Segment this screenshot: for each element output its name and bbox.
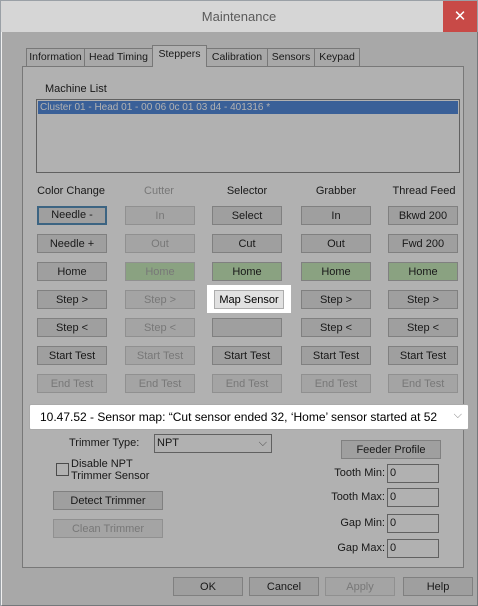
apply-button[interactable]: Apply xyxy=(325,577,395,596)
tab-sensors[interactable]: Sensors xyxy=(267,48,315,66)
color-change-step-back-button[interactable]: Step < xyxy=(37,318,107,337)
cutter-home-button[interactable]: Home xyxy=(125,262,195,281)
color-change-start-test-button[interactable]: Start Test xyxy=(37,346,107,365)
machine-list-item[interactable]: Cluster 01 - Head 01 - 00 06 0c 01 03 d4… xyxy=(38,101,458,114)
cutter-step-back-button[interactable]: Step < xyxy=(125,318,195,337)
thread-feed-step-back-button[interactable]: Step < xyxy=(388,318,458,337)
machine-list[interactable]: Cluster 01 - Head 01 - 00 06 0c 01 03 d4… xyxy=(36,99,460,173)
needle-minus-button[interactable]: Needle - xyxy=(37,206,107,225)
tab-calibration[interactable]: Calibration xyxy=(206,48,268,66)
thread-feed-backward-button[interactable]: Bkwd 200 xyxy=(388,206,458,225)
grabber-home-button[interactable]: Home xyxy=(301,262,371,281)
disable-npt-label-line-2: Trimmer Sensor xyxy=(71,470,150,482)
clean-trimmer-button[interactable]: Clean Trimmer xyxy=(53,519,163,538)
selector-header: Selector xyxy=(226,185,268,197)
map-sensor-highlight: Map Sensor xyxy=(207,285,291,313)
gap-max-field[interactable]: 0 xyxy=(387,539,439,558)
selector-blank-button[interactable] xyxy=(212,318,282,337)
help-button[interactable]: Help xyxy=(403,577,473,596)
chevron-down-icon: ⌵ xyxy=(258,437,267,449)
color-change-header: Color Change xyxy=(37,185,105,197)
status-log-dropdown[interactable]: 10.47.52 - Sensor map: “Cut sensor ended… xyxy=(29,404,469,430)
thread-feed-home-button[interactable]: Home xyxy=(388,262,458,281)
disable-npt-label-line-1: Disable NPT xyxy=(71,458,133,470)
cancel-button[interactable]: Cancel xyxy=(249,577,319,596)
tooth-max-label: Tooth Max: xyxy=(331,491,385,503)
map-sensor-button[interactable]: Map Sensor xyxy=(214,290,284,309)
cutter-step-forward-button[interactable]: Step > xyxy=(125,290,195,309)
thread-feed-header: Thread Feed xyxy=(392,185,456,197)
cutter-header: Cutter xyxy=(144,185,174,197)
status-log-text: 10.47.52 - Sensor map: “Cut sensor ended… xyxy=(40,410,438,424)
tab-information[interactable]: Information xyxy=(26,48,85,66)
tab-keypad[interactable]: Keypad xyxy=(314,48,360,66)
thread-feed-start-test-button[interactable]: Start Test xyxy=(388,346,458,365)
cutter-out-button[interactable]: Out xyxy=(125,234,195,253)
machine-list-label: Machine List xyxy=(45,83,107,95)
gap-max-label: Gap Max: xyxy=(337,542,385,554)
grabber-start-test-button[interactable]: Start Test xyxy=(301,346,371,365)
needle-plus-button[interactable]: Needle + xyxy=(37,234,107,253)
selector-start-test-button[interactable]: Start Test xyxy=(212,346,282,365)
selector-select-button[interactable]: Select xyxy=(212,206,282,225)
color-change-step-forward-button[interactable]: Step > xyxy=(37,290,107,309)
grabber-out-button[interactable]: Out xyxy=(301,234,371,253)
gap-min-label: Gap Min: xyxy=(340,517,385,529)
cutter-in-button[interactable]: In xyxy=(125,206,195,225)
feeder-profile-button[interactable]: Feeder Profile xyxy=(341,440,441,459)
thread-feed-step-forward-button[interactable]: Step > xyxy=(388,290,458,309)
title-bar: Maintenance ✕ xyxy=(1,1,477,32)
tooth-min-field[interactable]: 0 xyxy=(387,464,439,483)
trimmer-type-value: NPT xyxy=(157,437,179,449)
cutter-start-test-button[interactable]: Start Test xyxy=(125,346,195,365)
thread-feed-forward-button[interactable]: Fwd 200 xyxy=(388,234,458,253)
tab-steppers[interactable]: Steppers xyxy=(152,45,207,67)
grabber-end-test-button[interactable]: End Test xyxy=(301,374,371,393)
grabber-header: Grabber xyxy=(315,185,357,197)
trimmer-type-select[interactable]: NPT ⌵ xyxy=(154,434,272,453)
color-change-home-button[interactable]: Home xyxy=(37,262,107,281)
disable-npt-checkbox[interactable] xyxy=(56,463,69,476)
thread-feed-end-test-button[interactable]: End Test xyxy=(388,374,458,393)
ok-button[interactable]: OK xyxy=(173,577,243,596)
grabber-step-forward-button[interactable]: Step > xyxy=(301,290,371,309)
trimmer-type-label: Trimmer Type: xyxy=(69,437,140,449)
color-change-end-test-button[interactable]: End Test xyxy=(37,374,107,393)
selector-cut-button[interactable]: Cut xyxy=(212,234,282,253)
tab-head-timing[interactable]: Head Timing xyxy=(84,48,153,66)
maintenance-window: Maintenance ✕ Information Head Timing St… xyxy=(0,0,478,606)
gap-min-field[interactable]: 0 xyxy=(387,514,439,533)
tooth-max-field[interactable]: 0 xyxy=(387,488,439,507)
grabber-in-button[interactable]: In xyxy=(301,206,371,225)
cutter-end-test-button[interactable]: End Test xyxy=(125,374,195,393)
close-icon[interactable]: ✕ xyxy=(443,1,477,32)
selector-end-test-button[interactable]: End Test xyxy=(212,374,282,393)
disable-npt-label: Disable NPT Trimmer Sensor xyxy=(71,458,149,482)
window-title: Maintenance xyxy=(201,9,277,24)
chevron-down-icon[interactable]: ⌵ xyxy=(454,409,462,422)
tooth-min-label: Tooth Min: xyxy=(334,467,385,479)
detect-trimmer-button[interactable]: Detect Trimmer xyxy=(53,491,163,510)
grabber-step-back-button[interactable]: Step < xyxy=(301,318,371,337)
selector-home-button[interactable]: Home xyxy=(212,262,282,281)
